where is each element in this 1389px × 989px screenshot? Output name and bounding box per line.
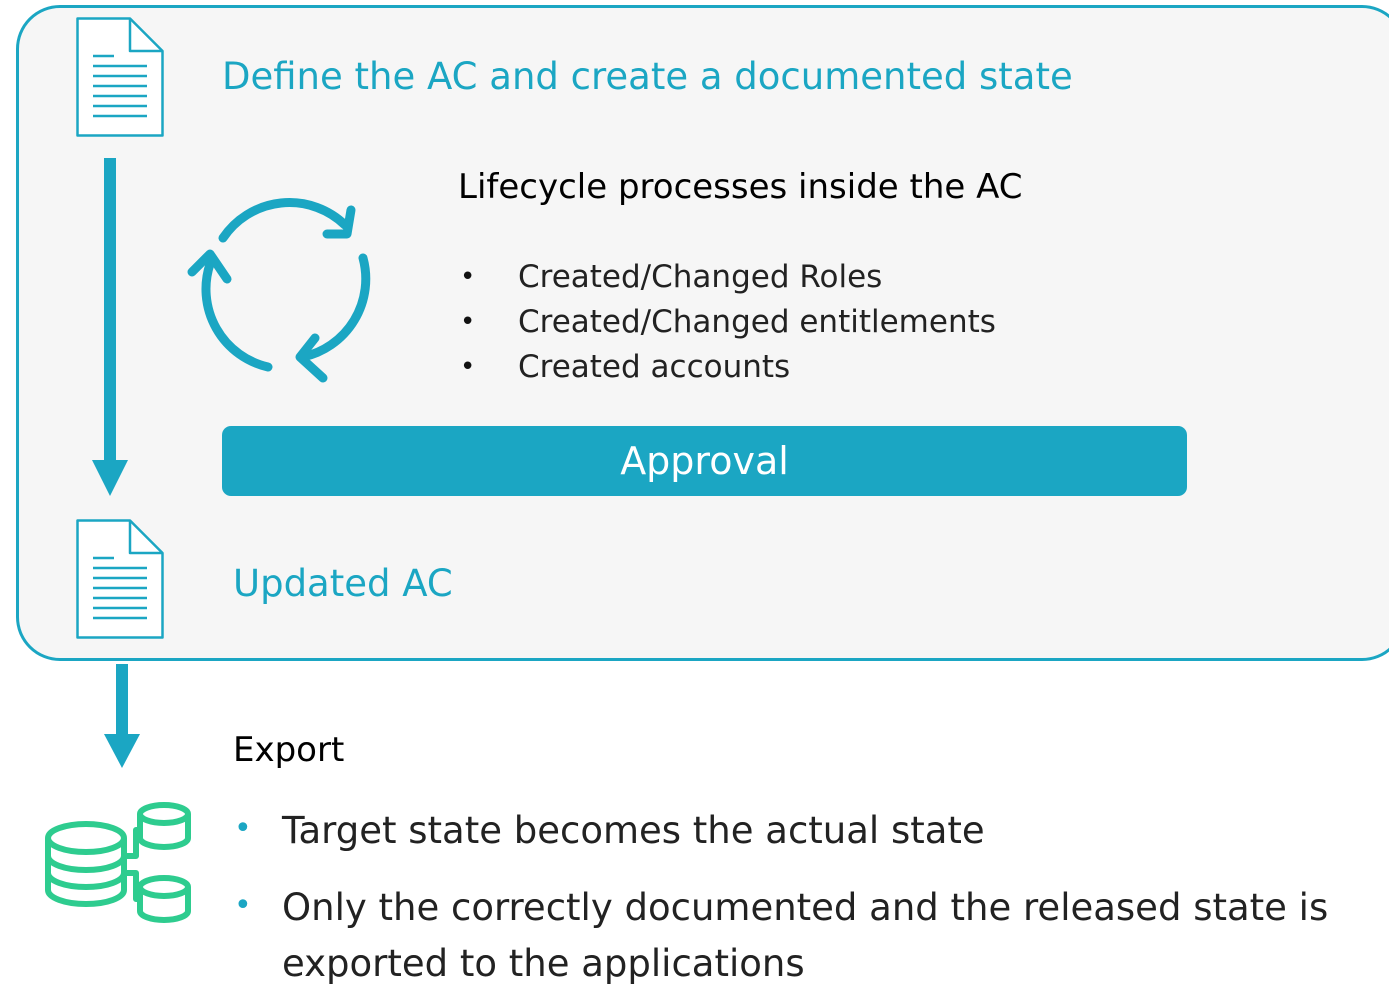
list-item: • Target state becomes the actual state [234, 809, 985, 852]
list-item: • Created accounts [460, 349, 791, 385]
list-item: • Only the correctly documented and the r… [234, 886, 1329, 929]
export-list: • Target state becomes the actual state •… [234, 806, 1328, 989]
list-item: • Created/Changed entitlements [460, 304, 996, 340]
document-icon [76, 519, 164, 639]
define-title: Define the AC and create a documented st… [222, 55, 1073, 98]
lifecycle-heading: Lifecycle processes inside the AC [458, 167, 1023, 207]
approval-bar: Approval [222, 426, 1187, 496]
database-icon [45, 802, 191, 923]
down-arrow-icon [92, 158, 128, 496]
lifecycle-list: • Created/Changed Roles • Created/Changed … [460, 255, 996, 390]
updated-title: Updated AC [233, 562, 453, 605]
list-item: • Created/Changed Roles [460, 259, 883, 295]
export-heading: Export [233, 730, 345, 770]
cycle-arrows-icon [187, 198, 371, 383]
approval-label: Approval [620, 439, 789, 483]
document-icon [76, 17, 164, 137]
list-item: exported to the applications [282, 942, 805, 985]
down-arrow-icon [104, 664, 140, 768]
